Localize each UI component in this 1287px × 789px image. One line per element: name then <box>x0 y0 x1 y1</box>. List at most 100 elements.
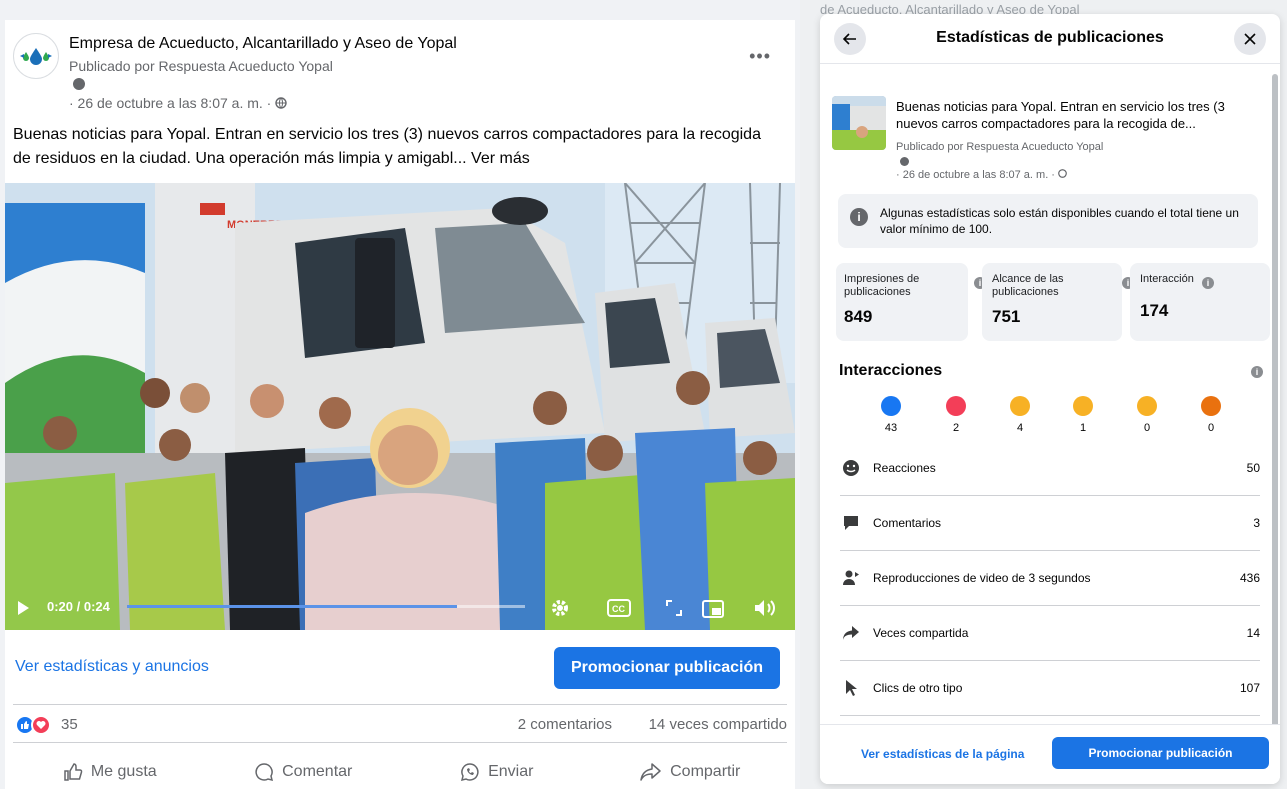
stat-value: 50 <box>1246 461 1260 475</box>
metric-impressions: Impresiones de publicaciones 849 <box>836 263 968 341</box>
reaction-count: 43 <box>884 422 898 434</box>
promote-post-button[interactable]: Promocionar publicación <box>554 647 780 689</box>
reaction-count: 0 <box>1207 422 1215 434</box>
divider <box>13 704 787 705</box>
haha-reaction-icon <box>1010 396 1030 416</box>
stat-row-comments: Comentarios 3 <box>840 496 1260 551</box>
promote-post-button[interactable]: Promocionar publicación <box>1052 737 1269 769</box>
share-arrow-icon <box>640 763 661 781</box>
sad-reaction: 0 <box>1136 396 1158 434</box>
like-button[interactable]: Me gusta <box>13 755 207 789</box>
stat-value: 14 <box>1246 626 1260 640</box>
thumbs-up-icon <box>64 763 83 781</box>
picture-in-picture-icon[interactable] <box>702 600 724 618</box>
stat-label: Clics de otro tipo <box>873 681 963 695</box>
shares-count[interactable]: 14 veces compartido <box>649 716 787 733</box>
comment-label: Comentar <box>282 763 353 780</box>
post-text: Buenas noticias para Yopal. Entran en se… <box>13 126 761 167</box>
captions-icon[interactable]: CC <box>607 599 631 617</box>
video-frame: MONERRE <box>5 183 795 630</box>
video-progress-bar[interactable] <box>127 605 525 608</box>
comment-bubble-icon <box>255 763 274 782</box>
metric-value: 849 <box>844 307 873 326</box>
like-label: Me gusta <box>90 763 157 780</box>
close-icon <box>1244 33 1256 45</box>
metric-engagement: Interacción 174 <box>1130 263 1270 341</box>
comments-count[interactable]: 2 comentarios <box>518 716 612 733</box>
info-icon[interactable]: i <box>1251 366 1263 378</box>
globe-icon <box>275 97 287 109</box>
preview-published-by: Publicado por Respuesta Acueducto Yopal <box>896 141 1104 153</box>
stat-row-video-views: Reproducciones de video de 3 segundos 43… <box>840 551 1260 606</box>
play-icon[interactable] <box>15 600 31 616</box>
stat-value: 107 <box>1239 681 1260 695</box>
reaction-count[interactable]: 35 <box>61 716 78 733</box>
person-play-icon <box>843 570 859 585</box>
fullscreen-icon[interactable] <box>665 599 683 617</box>
love-reaction-icon <box>946 396 966 416</box>
video-controls: 0:20 / 0:24 CC <box>5 588 795 630</box>
love-reaction-icon <box>31 715 51 735</box>
globe-icon <box>1058 169 1067 178</box>
reaction-icons[interactable] <box>15 715 51 735</box>
metric-label: Impresiones de publicaciones <box>844 273 920 298</box>
info-icon[interactable]: i <box>1202 277 1214 289</box>
view-stats-ads-link[interactable]: Ver estadísticas y anuncios <box>15 658 209 676</box>
sad-reaction-icon <box>1137 396 1157 416</box>
share-label: Compartir <box>670 763 741 780</box>
post-thumbnail <box>832 96 886 150</box>
post-stats-dialog: Estadísticas de publicaciones Buenas not… <box>820 14 1280 784</box>
see-more-link[interactable]: Ver más <box>471 150 530 167</box>
page-name[interactable]: Empresa de Acueducto, Alcantarillado y A… <box>69 35 457 53</box>
published-by: Publicado por Respuesta Acueducto Yopal <box>69 58 333 74</box>
share-button[interactable]: Compartir <box>594 755 788 789</box>
close-button[interactable] <box>1234 23 1266 55</box>
volume-icon[interactable] <box>753 598 777 618</box>
post-header: Empresa de Acueducto, Alcantarillado y A… <box>13 30 785 130</box>
post-card: Empresa de Acueducto, Alcantarillado y A… <box>5 20 795 789</box>
info-icon <box>900 157 909 166</box>
post-preview: Buenas noticias para Yopal. Entran en se… <box>832 96 1262 186</box>
stat-label: Reproducciones de video de 3 segundos <box>873 571 1091 585</box>
water-drop-logo-icon <box>20 48 52 65</box>
scrollbar[interactable] <box>1272 74 1278 734</box>
stat-row-reactions: Reacciones 50 <box>840 441 1260 496</box>
send-label: Enviar <box>488 763 534 780</box>
reaction-count: 1 <box>1079 422 1087 434</box>
reaction-count: 4 <box>1016 422 1024 434</box>
post-promo-row: Ver estadísticas y anuncios Promocionar … <box>5 645 795 695</box>
stat-value: 436 <box>1239 571 1260 585</box>
whatsapp-icon <box>461 763 479 782</box>
reactions-summary: 35 2 comentarios 14 veces compartido <box>13 713 787 737</box>
post-actions-bar: Me gusta Comentar Enviar Compartir <box>13 755 787 789</box>
page-logo[interactable] <box>13 33 59 79</box>
availability-notice: i Algunas estadísticas solo están dispon… <box>838 194 1258 248</box>
stat-label: Veces compartida <box>873 626 969 640</box>
settings-gear-icon[interactable] <box>550 598 570 618</box>
more-options-icon[interactable]: ••• <box>749 46 771 67</box>
metric-value: 174 <box>1140 301 1169 320</box>
post-date[interactable]: · 26 de octubre a las 8:07 a. m. · <box>69 95 287 111</box>
stat-label: Comentarios <box>873 516 942 530</box>
wow-reaction-icon <box>1073 396 1093 416</box>
svg-text:CC: CC <box>612 604 625 614</box>
reaction-breakdown: 43 2 4 1 0 0 <box>870 396 1270 436</box>
like-reaction-icon <box>881 396 901 416</box>
video-progress-fill <box>127 605 458 608</box>
metric-value: 751 <box>992 307 1021 326</box>
stat-row-other-clicks: Clics de otro tipo 107 <box>840 661 1260 716</box>
stat-row-shares: Veces compartida 14 <box>840 606 1260 661</box>
video-time: 0:20 / 0:24 <box>47 599 110 614</box>
video-player[interactable]: MONERRE <box>5 183 795 630</box>
comment-button[interactable]: Comentar <box>207 755 401 789</box>
view-page-stats-link[interactable]: Ver estadísticas de la página <box>861 747 1024 761</box>
metric-reach: Alcance de las publicaciones 751 <box>982 263 1122 341</box>
notice-text: Algunas estadísticas solo están disponib… <box>880 206 1239 236</box>
haha-reaction: 4 <box>1009 396 1031 434</box>
reaction-count: 0 <box>1143 422 1151 434</box>
info-icon: i <box>850 208 868 226</box>
info-icon[interactable] <box>73 78 85 90</box>
love-reaction: 2 <box>945 396 967 434</box>
send-whatsapp-button[interactable]: Enviar <box>400 755 594 789</box>
metric-label: Alcance de las publicaciones <box>992 273 1064 298</box>
